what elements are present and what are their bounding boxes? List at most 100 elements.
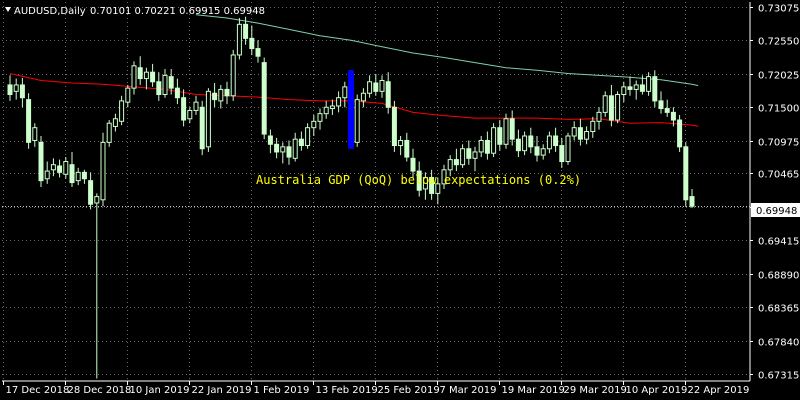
x-tick-label: 13 Feb 2019 [316,385,378,396]
grid [2,2,750,381]
candle-body-up [187,109,193,120]
candle [32,123,38,147]
candle-body-up [342,86,348,99]
event-marker-bar [348,70,354,149]
candle [565,132,571,165]
candle-body-down [88,180,94,205]
y-axis-ticks: 0.67315 0.67840 0.68365 0.68890 0.69415 0.699… [750,4,799,382]
candle [367,75,373,98]
candle [596,107,602,130]
candle [522,131,528,156]
candle-body-down [156,81,162,96]
candle-body-up [596,111,602,122]
candle-body-down [181,97,187,121]
y-tick-label: 0.70465 [758,170,799,181]
x-tick-label: 17 Dec 2018 [6,385,70,396]
candle [205,88,211,152]
candle-body-up [323,106,329,115]
candle [608,84,614,127]
y-tick-label: 0.71500 [758,104,799,115]
candle-body-up [633,84,639,90]
candle-body-down [639,84,645,92]
candle [398,135,404,156]
candle-body-up [193,101,199,111]
y-tick-label: 0.68365 [758,304,799,315]
candle [26,93,32,149]
candle [298,131,304,151]
candle-body-up [218,88,224,102]
candle-body-up [280,146,286,153]
candle-body-down [69,164,75,184]
candle-body-down [249,37,255,50]
candle-body-up [522,135,528,152]
candle [13,78,19,100]
candle-body-up [354,99,360,143]
candle-body-up [162,74,168,96]
candle-body-up [472,151,478,159]
candle [212,83,218,108]
price-chart[interactable]: 0.67315 0.67840 0.68365 0.68890 0.69415 0.699… [0,0,800,400]
candle-body-down [150,71,156,83]
symbol-timeframe: AUDUSD,Daily [14,6,86,17]
candle-body-up [546,135,552,150]
candle [484,131,490,160]
candle [44,161,50,184]
candle [274,137,280,159]
candle [292,132,298,162]
candle-body-down [608,95,614,121]
candle [627,76,633,96]
candle [156,72,162,101]
candle [187,107,193,124]
candle [224,81,230,105]
candle-body-down [553,135,559,147]
candle-body-down [577,127,583,140]
collapse-triangle-icon[interactable] [5,7,11,12]
candle-body-down [274,143,280,153]
candle [534,135,540,162]
candle [255,40,261,63]
candle-body-up [329,105,335,110]
candle-body-down [670,111,676,121]
candle-body-down [7,84,13,96]
candle-body-down [466,148,472,159]
candle [311,114,317,136]
candle-body-up [32,127,38,141]
candle [162,68,168,98]
candle [497,120,503,151]
candle [460,144,466,168]
candle [360,88,366,108]
candle-body-down [81,171,87,180]
candle [478,135,484,158]
candle-body-down [677,119,683,148]
candle-body-down [497,127,503,145]
candle [571,121,577,141]
candle-body-down [683,146,689,201]
candle [286,140,292,165]
candle-body-up [602,95,608,113]
candle [329,99,335,115]
candle-body-up [131,65,137,89]
candle [528,127,534,154]
candle-body-down [391,106,397,147]
x-tick-label: 22 Apr 2019 [688,385,750,396]
candle-body-up [119,100,125,122]
candle [261,57,267,140]
candle-body-up [112,118,118,127]
candle-body-down [658,100,664,110]
candle [342,81,348,108]
candle-body-up [398,139,404,147]
candle [602,91,608,117]
candle-body-up [100,141,106,201]
candle [137,56,143,85]
candle-body-down [689,196,695,207]
candle-body-down [286,146,292,158]
candle [81,169,87,184]
candle [664,99,670,117]
candle [100,132,106,207]
candle [19,77,25,108]
x-tick-label: 25 Feb 2019 [378,385,440,396]
y-tick-label: 0.70975 [758,138,799,149]
candle [354,94,360,147]
candle [106,120,112,147]
candle [181,89,187,127]
